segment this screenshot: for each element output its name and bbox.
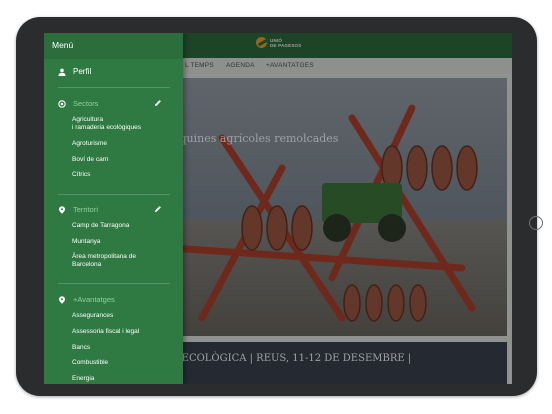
drawer-divider [58,283,170,284]
drawer-item-profile-label: Perfil [73,67,92,76]
avantatge-energia[interactable]: Energia [72,375,94,383]
sector-agroturisme[interactable]: Agroturisme [72,140,107,148]
section-territori[interactable]: Territori [58,205,98,214]
avantatge-assessoria[interactable]: Assessoria fiscal i legal [72,328,139,336]
avantatge-bancs[interactable]: Bancs [72,344,90,352]
app-screen: UNIÓ DE PAGESOS L TEMPS AGENDA +AVANTATG… [44,33,512,384]
section-territori-label: Territori [73,205,99,214]
pencil-icon[interactable] [154,205,162,213]
location-pin-icon [59,295,65,304]
drawer-item-profile[interactable]: Perfil [58,67,91,76]
section-avantatges-label: +Avantatges [73,295,115,304]
target-icon [58,99,66,108]
pencil-icon[interactable] [154,99,162,107]
sector-agricultura-line2[interactable]: i ramaderia ecològiques [72,124,141,132]
territori-area-metropolitana[interactable]: Àrea metropolitana de [72,253,136,261]
territori-camp-tarragona[interactable]: Camp de Tarragona [72,222,129,230]
territori-area-metropolitana-line2[interactable]: Barcelona [72,261,101,269]
drawer-divider [58,87,170,88]
section-sectors-label: Sectors [73,99,99,108]
sector-bovi[interactable]: Boví de carn [72,156,109,164]
sector-citrics[interactable]: Cítrics [72,171,90,179]
section-sectors[interactable]: Sectors [58,99,98,108]
person-icon [58,68,66,76]
location-pin-icon [59,205,65,214]
territori-muntanya[interactable]: Muntanya [72,238,101,246]
avantatge-assegurances[interactable]: Assegurances [72,312,113,320]
avantatge-combustible[interactable]: Combustible [72,359,108,367]
home-button[interactable] [529,216,543,230]
drawer-divider [58,194,170,195]
drawer-title: Menú [52,40,74,50]
sector-agricultura[interactable]: Agricultura [72,116,103,124]
navigation-drawer: Menú Perfil Sectors Agricultura i ramade… [44,33,183,384]
section-avantatges[interactable]: +Avantatges [58,295,115,304]
